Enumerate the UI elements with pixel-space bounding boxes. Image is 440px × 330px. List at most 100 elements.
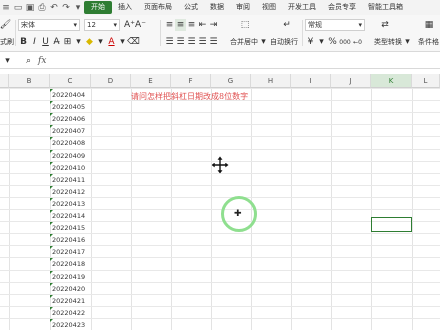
align-right-icon[interactable]: ☰ [186, 36, 197, 48]
chevron-down-icon[interactable]: ▾ [402, 36, 413, 48]
align-center-icon[interactable]: ☰ [175, 36, 186, 48]
cell-c[interactable]: 20220408 [50, 137, 91, 149]
cell-c[interactable]: 20220413 [50, 197, 91, 210]
error-indicator-icon [50, 149, 53, 153]
merge-center-icon[interactable]: ⬚ [232, 19, 258, 31]
column-header-k[interactable]: K [371, 74, 412, 88]
chevron-down-icon[interactable]: ▾ [2, 55, 13, 67]
strikethrough-icon[interactable]: A̶ [51, 36, 62, 48]
cell-c[interactable]: 20220405 [50, 101, 91, 113]
column-header-d[interactable]: D [91, 74, 131, 88]
thousands-icon[interactable]: 000 [338, 36, 352, 48]
open-file-icon[interactable]: ▭ [12, 2, 24, 14]
increase-font-icon[interactable]: A⁺ [124, 19, 135, 31]
cell-c[interactable]: 20220418 [50, 258, 91, 270]
underline-icon[interactable]: U [40, 36, 51, 48]
indent-increase-icon[interactable]: ⇥ [208, 19, 219, 31]
column-header-g[interactable]: G [211, 74, 251, 88]
percent-icon[interactable]: % [327, 36, 338, 48]
align-top-icon[interactable]: ≡ [164, 19, 175, 31]
number-format-select[interactable]: 常规 ▾ [305, 19, 365, 31]
font-size-select[interactable]: 12 ▾ [84, 19, 120, 31]
tab-page-layout[interactable]: 页面布局 [138, 1, 178, 14]
format-painter-icon[interactable]: 🖌 [0, 19, 11, 31]
select-all-corner[interactable] [0, 74, 9, 88]
cell-c[interactable]: 20220423 [50, 318, 91, 330]
conditional-format-label[interactable]: 条件格 [418, 37, 439, 47]
column-header-j[interactable]: J [331, 74, 371, 88]
cell-c[interactable]: 20220419 [50, 270, 91, 283]
increase-decimal-icon[interactable]: ←0 [352, 36, 363, 48]
cell-c[interactable]: 20220407 [50, 125, 91, 137]
distributed-icon[interactable]: ☰ [208, 36, 219, 48]
format-painter-label[interactable]: 式刷 [0, 37, 14, 47]
zoom-icon[interactable]: ⌕ [23, 55, 34, 67]
error-indicator-icon [50, 89, 53, 92]
merge-center-label[interactable]: 合并居中 [230, 37, 258, 47]
cell-c[interactable]: 20220415 [50, 222, 91, 234]
cell-c[interactable]: 20220414 [50, 210, 91, 222]
type-convert-icon[interactable]: ⇄ [375, 19, 395, 31]
column-header-b[interactable]: B [9, 74, 50, 88]
wrap-text-label[interactable]: 自动换行 [270, 37, 298, 47]
indent-decrease-icon[interactable]: ⇤ [197, 19, 208, 31]
selected-cell[interactable] [371, 217, 412, 232]
column-header-l[interactable]: L [412, 74, 440, 88]
font-color-icon[interactable]: A [106, 36, 117, 48]
border-icon[interactable]: ⊞ [62, 36, 73, 48]
cell-c[interactable]: 20220409 [50, 149, 91, 162]
align-middle-icon[interactable]: ≡ [175, 19, 186, 31]
decrease-font-icon[interactable]: A⁻ [135, 19, 146, 31]
cell-c[interactable]: 20220422 [50, 306, 91, 319]
tab-view[interactable]: 视图 [256, 1, 282, 14]
align-bottom-icon[interactable]: ≡ [186, 19, 197, 31]
save-icon[interactable]: ▣ [24, 2, 36, 14]
type-convert-label[interactable]: 类型转换 [374, 37, 402, 47]
column-header-i[interactable]: I [291, 74, 331, 88]
undo-icon[interactable]: ↶ [48, 2, 60, 14]
error-indicator-icon [50, 185, 53, 189]
cell-c[interactable]: 20220417 [50, 246, 91, 258]
justify-icon[interactable]: ☰ [197, 36, 208, 48]
tab-developer[interactable]: 开发工具 [282, 1, 322, 14]
italic-icon[interactable]: I [29, 36, 40, 48]
cell-c[interactable]: 20220410 [50, 161, 91, 174]
cell-c[interactable]: 20220412 [50, 185, 91, 198]
tab-formulas[interactable]: 公式 [178, 1, 204, 14]
chevron-down-icon[interactable]: ▾ [316, 36, 327, 48]
tab-smart-toolbox[interactable]: 智能工具箱 [362, 1, 409, 14]
chevron-down-icon[interactable]: ▾ [72, 2, 84, 14]
column-header-f[interactable]: F [171, 74, 211, 88]
chevron-down-icon[interactable]: ▾ [95, 36, 106, 48]
currency-icon[interactable]: ¥ [305, 36, 316, 48]
conditional-format-icon[interactable]: ▦ [420, 19, 438, 31]
note-text[interactable]: 请问怎样把斜杠日期改成8位数字 [131, 91, 248, 102]
align-left-icon[interactable]: ☰ [164, 36, 175, 48]
cell-c[interactable]: 20220420 [50, 282, 91, 295]
column-header-c[interactable]: C [50, 74, 91, 88]
redo-icon[interactable]: ↷ [60, 2, 72, 14]
print-icon[interactable]: ⎙ [36, 2, 48, 14]
fill-color-icon[interactable]: ◆ [84, 36, 95, 48]
formula-input[interactable] [52, 55, 440, 67]
fx-label[interactable]: fx [38, 56, 46, 66]
chevron-down-icon[interactable]: ▾ [258, 36, 269, 48]
clear-format-icon[interactable]: ⌫ [127, 36, 140, 48]
column-header-h[interactable]: H [251, 74, 291, 88]
tab-insert[interactable]: 插入 [112, 1, 138, 14]
cell-c[interactable]: 20220406 [50, 113, 91, 125]
column-header-e[interactable]: E [131, 74, 171, 88]
tab-member[interactable]: 会员专享 [322, 1, 362, 14]
wrap-text-icon[interactable]: ↵ [274, 19, 300, 31]
tab-review[interactable]: 审阅 [230, 1, 256, 14]
bold-icon[interactable]: B [18, 36, 29, 48]
cell-c[interactable]: 20220411 [50, 173, 91, 186]
tab-data[interactable]: 数据 [204, 1, 230, 14]
cell-c[interactable]: 20220421 [50, 294, 91, 307]
menu-icon[interactable]: ≡ [0, 2, 12, 14]
chevron-down-icon[interactable]: ▾ [73, 36, 84, 48]
cell-c[interactable]: 20220404 [50, 89, 91, 101]
tab-home[interactable]: 开始 [84, 1, 112, 14]
cell-c[interactable]: 20220416 [50, 234, 91, 246]
font-name-select[interactable]: 宋体 ▾ [18, 19, 80, 31]
